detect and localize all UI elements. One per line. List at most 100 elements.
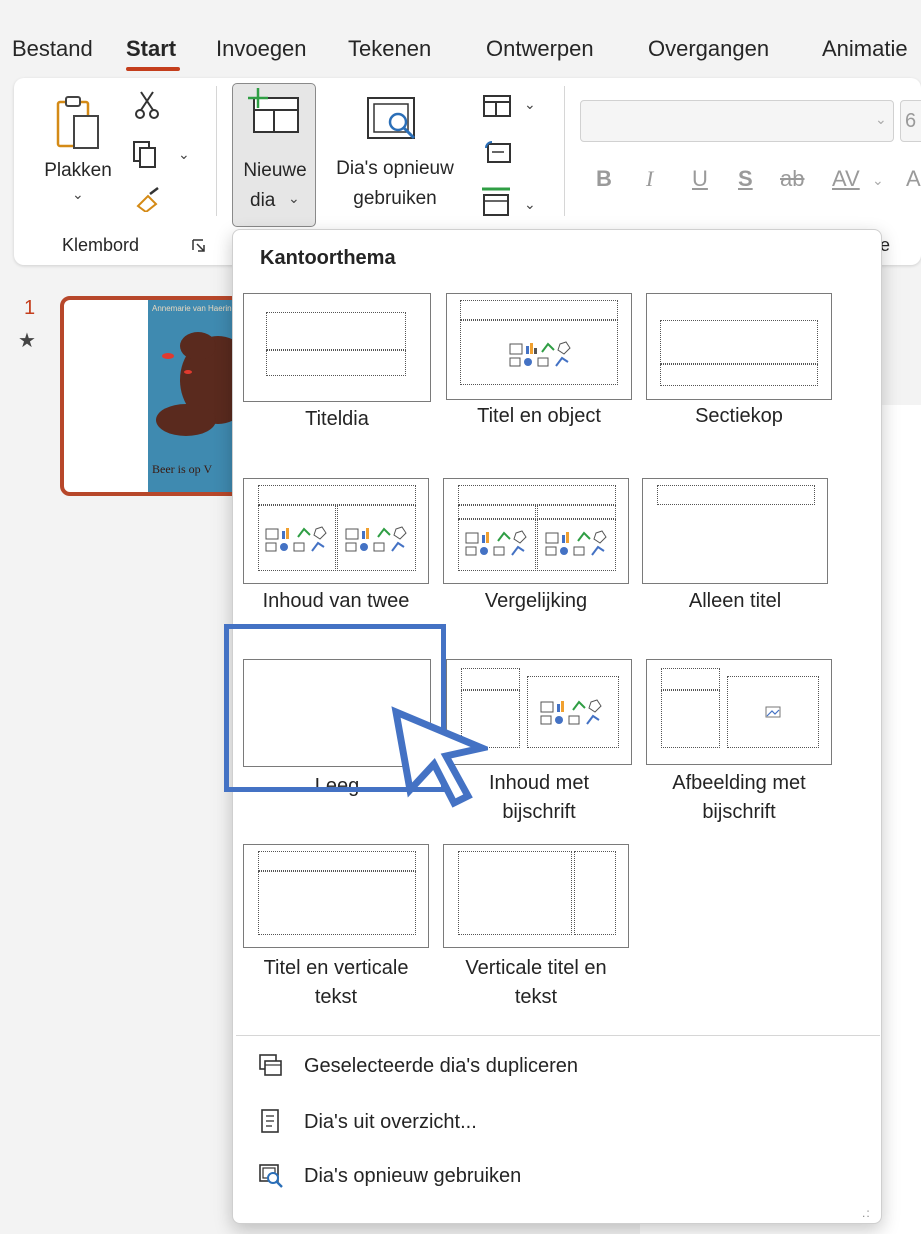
heading-placeholder-left bbox=[458, 505, 536, 519]
title-placeholder bbox=[258, 851, 416, 871]
title-placeholder bbox=[657, 485, 815, 505]
duplicate-slides-icon bbox=[259, 1054, 282, 1076]
clipboard-icon bbox=[56, 96, 99, 149]
picture-icon bbox=[765, 706, 781, 718]
vertical-text-placeholder bbox=[258, 871, 416, 935]
shadow-button[interactable]: S bbox=[738, 166, 753, 192]
outline-document-icon bbox=[261, 1109, 279, 1133]
font-name-combo[interactable]: ⌄ bbox=[580, 100, 894, 142]
title-placeholder bbox=[660, 320, 818, 364]
layout-comparison[interactable] bbox=[443, 478, 629, 584]
layout-label-2: tekst bbox=[514, 986, 558, 1008]
theme-heading: Kantoorthema bbox=[260, 247, 396, 269]
menu-item-label: Dia's uit overzicht... bbox=[304, 1110, 477, 1133]
chevron-down-icon[interactable]: ⌄ bbox=[178, 146, 190, 163]
title-placeholder bbox=[661, 668, 720, 690]
slide-thumbnail-1[interactable]: Annemarie van Haeringen Beer is op V bbox=[60, 296, 260, 496]
slides-from-outline-menu-item[interactable]: Dia's uit overzicht... bbox=[258, 1108, 477, 1136]
copy-icon[interactable] bbox=[132, 140, 158, 170]
bold-button[interactable]: B bbox=[596, 166, 612, 192]
content-icons bbox=[345, 526, 407, 552]
chevron-down-icon[interactable]: ⌄ bbox=[524, 196, 536, 213]
layout-title-only[interactable] bbox=[642, 478, 828, 584]
layout-title-and-vertical-text[interactable] bbox=[243, 844, 429, 948]
new-slide-label: Nieuwe bbox=[243, 160, 307, 181]
chevron-down-icon: ⌄ bbox=[288, 190, 300, 206]
character-spacing-button[interactable]: AV bbox=[832, 166, 860, 192]
layout-label: Sectiekop bbox=[695, 405, 783, 427]
cut-icon[interactable] bbox=[134, 90, 160, 120]
menu-item-label: Geselecteerde dia's dupliceren bbox=[304, 1054, 578, 1077]
reuse-slides-label: Dia's opnieuw bbox=[336, 158, 454, 179]
underline-button[interactable]: U bbox=[692, 166, 708, 192]
layout-label-2: bijschrift bbox=[702, 801, 776, 823]
subtitle-placeholder bbox=[266, 350, 406, 376]
new-slide-label-2: dia bbox=[250, 190, 276, 211]
reset-icon[interactable] bbox=[482, 138, 514, 166]
title-placeholder bbox=[460, 300, 618, 320]
layout-vertical-title-and-text[interactable] bbox=[443, 844, 629, 948]
chevron-down-icon: ⌄ bbox=[72, 186, 84, 202]
paste-label: Plakken bbox=[44, 160, 112, 181]
layout-label: Inhoud van twee bbox=[262, 590, 410, 612]
active-tab-indicator bbox=[126, 67, 180, 71]
layout-picture-with-caption[interactable] bbox=[646, 659, 832, 765]
layout-label: Vergelijking bbox=[484, 590, 588, 612]
strikethrough-button[interactable]: ab bbox=[780, 166, 804, 192]
font-size-combo[interactable]: 6 bbox=[900, 100, 921, 142]
reuse-slides-menu-item[interactable]: Dia's opnieuw gebruiken bbox=[258, 1163, 521, 1189]
chevron-down-icon: ⌄ bbox=[875, 111, 887, 127]
chevron-down-icon[interactable]: ⌄ bbox=[524, 96, 536, 113]
heading-placeholder-right bbox=[537, 505, 616, 519]
content-icons bbox=[265, 526, 327, 552]
tab-tekenen[interactable]: Tekenen bbox=[348, 36, 431, 62]
layout-label: Titel en verticale bbox=[263, 957, 409, 979]
layout-label-2: tekst bbox=[314, 986, 358, 1008]
reuse-slides-button[interactable]: Dia's opnieuw gebruiken bbox=[322, 88, 468, 218]
title-placeholder bbox=[258, 485, 416, 505]
layout-title-slide[interactable] bbox=[243, 293, 431, 402]
reuse-slides-icon bbox=[259, 1164, 283, 1188]
vertical-title-placeholder bbox=[574, 851, 616, 935]
caption-placeholder bbox=[661, 690, 720, 748]
tab-overgangen[interactable]: Overgangen bbox=[648, 36, 769, 62]
content-icons bbox=[465, 530, 527, 556]
layout-label: Titeldia bbox=[305, 408, 369, 430]
duplicate-slides-menu-item[interactable]: Geselecteerde dia's dupliceren bbox=[258, 1053, 578, 1079]
font-size-value: 6 bbox=[905, 110, 917, 132]
text-placeholder bbox=[458, 851, 572, 935]
tab-ontwerpen[interactable]: Ontwerpen bbox=[486, 36, 594, 62]
tab-bestand[interactable]: Bestand bbox=[12, 36, 93, 62]
tab-invoegen[interactable]: Invoegen bbox=[216, 36, 307, 62]
section-icon[interactable] bbox=[480, 186, 514, 218]
title-placeholder bbox=[458, 485, 616, 505]
new-slide-icon bbox=[248, 88, 299, 133]
tab-start[interactable]: Start bbox=[126, 36, 176, 62]
layout-section-header[interactable] bbox=[646, 293, 832, 400]
layout-title-and-content[interactable] bbox=[446, 293, 632, 400]
content-icons bbox=[540, 699, 602, 725]
content-icons bbox=[545, 530, 607, 556]
title-placeholder bbox=[461, 668, 520, 690]
reuse-slides-label-2: gebruiken bbox=[353, 188, 437, 209]
paste-button[interactable]: Plakken ⌄ bbox=[40, 94, 120, 204]
reuse-slides-icon bbox=[367, 97, 416, 140]
dialog-launcher-icon[interactable] bbox=[192, 239, 206, 253]
title-placeholder bbox=[266, 312, 406, 350]
text-placeholder bbox=[660, 364, 818, 386]
tab-animaties[interactable]: Animatie bbox=[822, 36, 908, 62]
layout-label: Alleen titel bbox=[688, 590, 782, 612]
slide-number: 1 bbox=[24, 297, 36, 319]
italic-button[interactable]: I bbox=[646, 166, 653, 192]
layout-two-content[interactable] bbox=[243, 478, 429, 584]
layout-icon[interactable] bbox=[482, 94, 514, 120]
layout-label: Titel en object bbox=[477, 405, 601, 427]
menu-item-label: Dia's opnieuw gebruiken bbox=[304, 1164, 522, 1187]
format-painter-icon[interactable] bbox=[134, 186, 162, 212]
resize-grip-icon[interactable]: .: bbox=[862, 1206, 871, 1220]
layout-label: Verticale titel en bbox=[465, 957, 607, 979]
font-case-button[interactable]: A bbox=[906, 166, 921, 192]
chevron-down-icon[interactable]: ⌄ bbox=[872, 172, 884, 189]
cover-title: Beer is op V bbox=[152, 462, 213, 476]
layout-label: Afbeelding met bbox=[672, 772, 806, 794]
